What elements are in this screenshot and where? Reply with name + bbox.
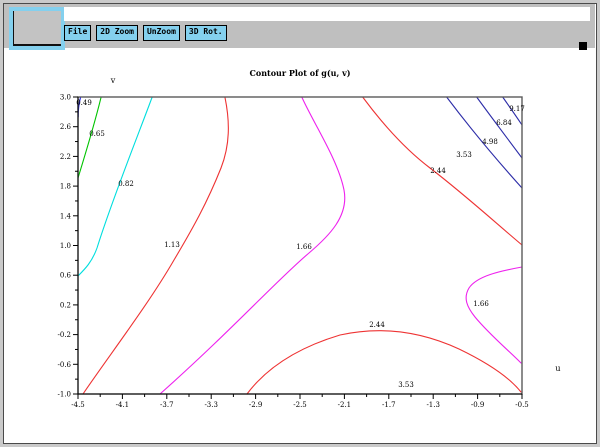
x-tick-label: -4.1 [116, 401, 130, 409]
contour-label-2.44: 2.44 [369, 321, 385, 329]
y-tick-label: 2.6 [60, 123, 72, 131]
contour-line-2.44 [247, 331, 521, 394]
x-tick-label: -2.5 [293, 401, 307, 409]
contour-line-0.82 [78, 98, 152, 277]
x-tick-label: -4.5 [71, 401, 85, 409]
y-tick-label: 0.6 [60, 272, 72, 280]
x-tick-label: -1.3 [426, 401, 440, 409]
y-tick-label: 0.2 [60, 301, 71, 309]
y-tick-label: 3.0 [60, 94, 71, 102]
graphics-window: File 2D Zoom UnZoom 3D Rot. -4.5-4.1-3.7… [3, 3, 597, 444]
contour-label-1.66: 1.66 [296, 243, 312, 251]
contour-label-4.98: 4.98 [482, 138, 498, 146]
y-axis-label: v [110, 76, 116, 85]
x-tick-label: -0.9 [471, 401, 485, 409]
contour-label-0.65: 0.65 [89, 130, 105, 138]
x-tick-label: -3.3 [204, 401, 218, 409]
contour-label-0.49: 0.49 [76, 99, 92, 107]
contour-label-0.82: 0.82 [118, 180, 134, 188]
y-tick-label: 1.8 [60, 183, 71, 191]
y-tick-label: -1.0 [58, 391, 72, 399]
contour-label-1.66: 1.66 [473, 300, 489, 308]
plot-title: Contour Plot of g(u, v) [250, 68, 351, 78]
y-tick-label: 1.4 [60, 212, 72, 220]
y-tick-label: -0.2 [58, 331, 72, 339]
y-tick-label: 1.0 [60, 242, 71, 250]
contour-line-1.66 [160, 98, 345, 395]
contour-label-2.44: 2.44 [430, 167, 446, 175]
x-tick-label: -0.5 [515, 401, 529, 409]
contour-line-1.13 [83, 98, 228, 395]
x-tick-label: -3.7 [160, 401, 174, 409]
y-tick-label: 2.2 [60, 153, 71, 161]
x-tick-label: -2.9 [249, 401, 263, 409]
contour-label-6.84: 6.84 [496, 119, 512, 127]
y-tick-label: -0.6 [58, 361, 72, 369]
contour-label-1.13: 1.13 [164, 241, 180, 249]
contour-plot-svg[interactable]: -4.5 -4.1 -3.7 -3.3 -2.9 -2.5 -2.1 -1.7 -1.3 -0.9… [4, 4, 596, 443]
contour-line-1.66 [466, 267, 522, 363]
contour-label-3.53: 3.53 [398, 381, 414, 389]
contour-label-9.17: 9.17 [509, 105, 525, 113]
x-axis-label: u [555, 364, 560, 373]
contour-label-3.53: 3.53 [456, 151, 472, 159]
x-tick-label: -2.1 [338, 401, 352, 409]
x-tick-label: -1.7 [382, 401, 396, 409]
